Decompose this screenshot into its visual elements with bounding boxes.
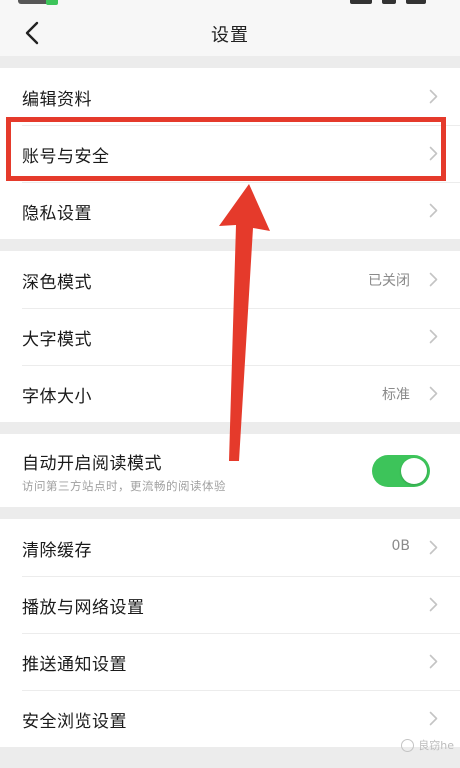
- chevron-right-icon: [429, 146, 438, 161]
- chevron-right-icon: [429, 711, 438, 726]
- chevron-right-icon: [429, 597, 438, 612]
- nav-bar: 设置: [0, 10, 460, 56]
- row-label: 播放与网络设置: [22, 598, 145, 618]
- row-playback-network-settings[interactable]: 播放与网络设置: [0, 576, 460, 633]
- row-label: 隐私设置: [22, 204, 92, 224]
- row-push-notification-settings[interactable]: 推送通知设置: [0, 633, 460, 690]
- row-auto-reading-mode: 自动开启阅读模式 访问第三方站点时，更流畅的阅读体验: [0, 434, 460, 507]
- chevron-right-icon: [429, 203, 438, 218]
- row-value: 标准: [382, 387, 410, 403]
- chevron-right-icon: [429, 89, 438, 104]
- row-edit-profile[interactable]: 编辑资料: [0, 68, 460, 125]
- watermark-icon: [401, 738, 415, 752]
- row-label: 大字模式: [22, 330, 92, 350]
- row-label: 自动开启阅读模式: [22, 454, 162, 474]
- settings-group-account: 编辑资料 账号与安全 隐私设置: [0, 68, 460, 239]
- settings-group-display: 深色模式 已关闭 大字模式 字体大小 标准: [0, 251, 460, 422]
- row-label: 账号与安全: [22, 147, 110, 167]
- row-label: 清除缓存: [22, 541, 92, 561]
- row-font-size[interactable]: 字体大小 标准: [0, 365, 460, 422]
- row-label: 推送通知设置: [22, 655, 127, 675]
- status-bar: [0, 0, 460, 10]
- row-label: 编辑资料: [22, 90, 92, 110]
- watermark-text: 良窃he: [418, 739, 454, 752]
- chevron-right-icon: [429, 329, 438, 344]
- row-label: 安全浏览设置: [22, 712, 127, 732]
- row-clear-cache[interactable]: 清除缓存 0B: [0, 519, 460, 576]
- row-account-security[interactable]: 账号与安全: [0, 125, 460, 182]
- watermark: 良窃he: [401, 737, 454, 753]
- status-indicator: [46, 0, 58, 5]
- row-label: 深色模式: [22, 273, 92, 293]
- toggle-knob: [401, 458, 427, 484]
- row-label: 字体大小: [22, 387, 92, 407]
- row-privacy-settings[interactable]: 隐私设置: [0, 182, 460, 239]
- row-safe-browsing-settings[interactable]: 安全浏览设置: [0, 690, 460, 747]
- settings-list: 编辑资料 账号与安全 隐私设置 深色模式 已关闭 大字模式 字体大小 标准 自动…: [0, 68, 460, 759]
- chevron-right-icon: [429, 272, 438, 287]
- chevron-right-icon: [429, 654, 438, 669]
- chevron-right-icon: [429, 540, 438, 555]
- row-large-text-mode[interactable]: 大字模式: [0, 308, 460, 365]
- settings-group-general: 清除缓存 0B 播放与网络设置 推送通知设置 安全浏览设置: [0, 519, 460, 747]
- status-icons: [350, 0, 430, 5]
- row-subtitle: 访问第三方站点时，更流畅的阅读体验: [22, 479, 226, 493]
- row-value: 已关闭: [368, 273, 410, 289]
- page-title: 设置: [211, 25, 249, 46]
- chevron-right-icon: [429, 386, 438, 401]
- row-value: 0B: [391, 538, 410, 554]
- row-dark-mode[interactable]: 深色模式 已关闭: [0, 251, 460, 308]
- settings-group-reading: 自动开启阅读模式 访问第三方站点时，更流畅的阅读体验: [0, 434, 460, 507]
- reading-mode-toggle[interactable]: [372, 455, 430, 487]
